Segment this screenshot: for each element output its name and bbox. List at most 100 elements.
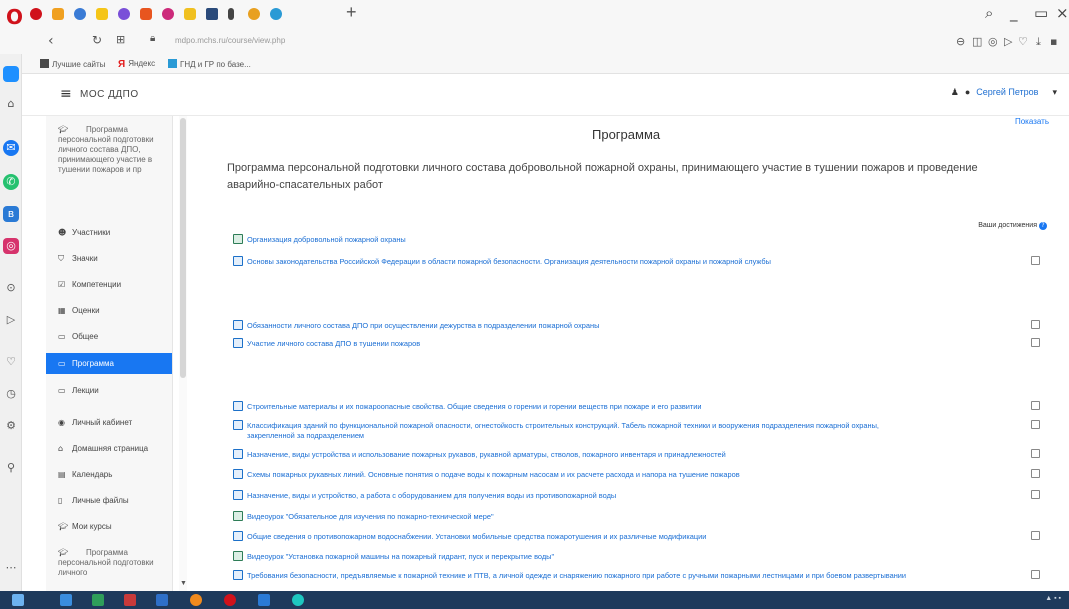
completion-checkbox[interactable] <box>1031 338 1040 347</box>
send-icon[interactable]: ▷ <box>1004 35 1012 48</box>
more-icon[interactable]: ⋯ <box>3 560 19 576</box>
back-arrow-icon[interactable]: ‹ <box>48 33 54 49</box>
taskbar-mail-icon[interactable] <box>258 594 270 606</box>
user-name[interactable]: Сергей Петров <box>976 87 1038 97</box>
heart-icon[interactable]: ♡ <box>1018 35 1028 48</box>
instagram-icon[interactable]: ◎ <box>3 238 19 254</box>
speed-dial-icon[interactable] <box>3 66 19 82</box>
close-window-icon[interactable]: × <box>1056 4 1069 22</box>
vpn-icon[interactable]: ◎ <box>988 35 998 48</box>
tab-favicon-1[interactable] <box>30 8 42 20</box>
nav-item-course[interactable]: 🎓︎ Программа персональной подготовки личн… <box>46 125 172 175</box>
activity-link[interactable]: Общие сведения о противопожарном водосна… <box>233 531 1023 541</box>
tab-favicon-7[interactable] <box>162 8 174 20</box>
url-field[interactable]: mdpo.mchs.ru/course/view.php <box>175 36 285 45</box>
completion-checkbox[interactable] <box>1031 490 1040 499</box>
taskbar-app-4-icon[interactable] <box>156 594 168 606</box>
nav-scrollbar[interactable]: ▼ <box>179 116 187 591</box>
activity-link[interactable]: Видеоурок "Установка пожарной машины на … <box>233 551 1023 561</box>
nav-item-participants[interactable]: ☻ Участники <box>46 228 172 237</box>
user-menu[interactable]: ♟ ● Сергей Петров ▾ <box>951 87 1057 98</box>
nav-scrollbar-thumb[interactable] <box>180 118 186 378</box>
tab-favicon-10[interactable] <box>248 8 260 20</box>
settings-icon[interactable]: ⚙ <box>3 418 19 434</box>
new-tab-plus-icon[interactable]: + <box>346 2 357 23</box>
opera-logo-icon[interactable]: O <box>6 5 23 29</box>
maximize-window-icon[interactable]: ▭ <box>1034 4 1048 22</box>
messages-icon[interactable]: ● <box>965 87 970 97</box>
taskbar-app-5-icon[interactable] <box>190 594 202 606</box>
tab-favicon-8[interactable] <box>184 8 196 20</box>
download-icon[interactable]: ⤓ <box>1036 35 1041 49</box>
tab-favicon-active[interactable] <box>206 8 218 20</box>
tab-favicon-6[interactable] <box>140 8 152 20</box>
scroll-down-arrow-icon[interactable]: ▼ <box>180 580 187 587</box>
nav-item-lectures[interactable]: ▭ Лекции <box>46 386 172 395</box>
hamburger-menu-icon[interactable]: ≡ <box>60 86 72 102</box>
activity-link[interactable]: Видеоурок "Обязательное для изучения по … <box>233 511 1023 521</box>
completion-checkbox[interactable] <box>1031 401 1040 410</box>
taskbar-app-3-icon[interactable] <box>124 594 136 606</box>
tab-favicon-11[interactable] <box>270 8 282 20</box>
nav-item-badges[interactable]: ⛉ Значки <box>46 254 172 264</box>
activity-link[interactable]: Строительные материалы и их пожароопасны… <box>233 401 1023 411</box>
system-tray[interactable]: ▲ ▪ ▪ <box>1045 595 1061 602</box>
nav-item-my-courses[interactable]: 🎓︎ Мои курсы <box>46 522 172 531</box>
tab-favicon-9[interactable] <box>228 8 234 20</box>
tab-favicon-4[interactable] <box>96 8 108 20</box>
chevron-down-icon[interactable]: ▾ <box>1052 87 1057 97</box>
send-flow-icon[interactable]: ▷ <box>3 312 19 328</box>
activity-link[interactable]: Участие личного состава ДПО в тушении по… <box>233 338 1023 348</box>
tab-favicon-2[interactable] <box>52 8 64 20</box>
camera-icon[interactable]: ⊖ <box>956 35 965 48</box>
site-brand[interactable]: МОС ДДПО <box>80 89 139 100</box>
bookmark-gnd[interactable]: ГНД и ГР по базе... <box>168 59 251 69</box>
bookmark-top-sites[interactable]: Лучшие сайты <box>40 59 105 69</box>
extensions-icon[interactable]: ▪ <box>1050 35 1057 48</box>
search-tabs-icon[interactable]: ⌕ <box>985 4 993 22</box>
nav-item-program[interactable]: ▭ Программа <box>46 353 172 374</box>
activity-link[interactable]: Схемы пожарных рукавных линий. Основные … <box>233 469 1023 479</box>
activity-link[interactable]: Основы законодательства Российской Федер… <box>233 256 1023 266</box>
nav-item-grades[interactable]: ▦ Оценки <box>46 306 172 315</box>
whatsapp-icon[interactable]: ✆ <box>3 174 19 190</box>
home-icon[interactable]: ⌂ <box>3 96 19 112</box>
completion-checkbox[interactable] <box>1031 531 1040 540</box>
location-icon[interactable]: ⚲ <box>3 460 19 476</box>
tab-favicon-5[interactable] <box>118 8 130 20</box>
history-icon[interactable]: ⊙ <box>3 280 19 296</box>
minimize-window-icon[interactable]: _ <box>1010 4 1018 22</box>
nav-item-competencies[interactable]: ☑ Компетенции <box>46 280 172 289</box>
completion-checkbox[interactable] <box>1031 570 1040 579</box>
activity-link[interactable]: Назначение, виды и устройство, а работа … <box>233 490 1023 500</box>
completion-checkbox[interactable] <box>1031 469 1040 478</box>
completion-checkbox[interactable] <box>1031 420 1040 429</box>
taskbar-app-2-icon[interactable] <box>92 594 104 606</box>
tab-grid-icon[interactable]: ⊞ <box>116 33 125 46</box>
nav-item-home[interactable]: ⌂ Домашняя страница <box>46 444 172 453</box>
clock-icon[interactable]: ◷ <box>3 386 19 402</box>
activity-link[interactable]: Организация добровольной пожарной охраны <box>233 234 1023 244</box>
tab-favicon-3[interactable] <box>74 8 86 20</box>
heart-icon[interactable]: ♡ <box>3 354 19 370</box>
completion-checkbox[interactable] <box>1031 256 1040 265</box>
messenger-icon[interactable]: ✉ <box>3 140 19 156</box>
nav-item-private-files[interactable]: ▯ Личные файлы <box>46 496 172 505</box>
notifications-bell-icon[interactable]: ♟ <box>951 87 959 97</box>
activity-link[interactable]: Назначение, виды устройства и использова… <box>233 449 1023 459</box>
taskbar-app-6-icon[interactable] <box>292 594 304 606</box>
nav-item-calendar[interactable]: ▤ Календарь <box>46 470 172 479</box>
windows-start-icon[interactable] <box>12 594 24 606</box>
nav-item-course-link[interactable]: 🎓︎ Программа персональной подготовки личн… <box>46 548 172 578</box>
completion-checkbox[interactable] <box>1031 449 1040 458</box>
nav-item-dashboard[interactable]: ◉ Личный кабинет <box>46 418 172 427</box>
activity-link[interactable]: Классификация зданий по функциональной п… <box>233 420 1023 441</box>
bookmark-yandex[interactable]: Я Яндекс <box>118 59 155 70</box>
help-icon[interactable]: ? <box>1039 222 1047 230</box>
vk-icon[interactable]: в <box>3 206 19 222</box>
completion-checkbox[interactable] <box>1031 320 1040 329</box>
activity-link[interactable]: Обязанности личного состава ДПО при осущ… <box>233 320 1023 330</box>
activity-link[interactable]: Требования безопасности, предъявляемые к… <box>233 570 1023 580</box>
wallet-icon[interactable]: ◫ <box>972 35 982 48</box>
reload-icon[interactable]: ↻ <box>92 33 102 47</box>
